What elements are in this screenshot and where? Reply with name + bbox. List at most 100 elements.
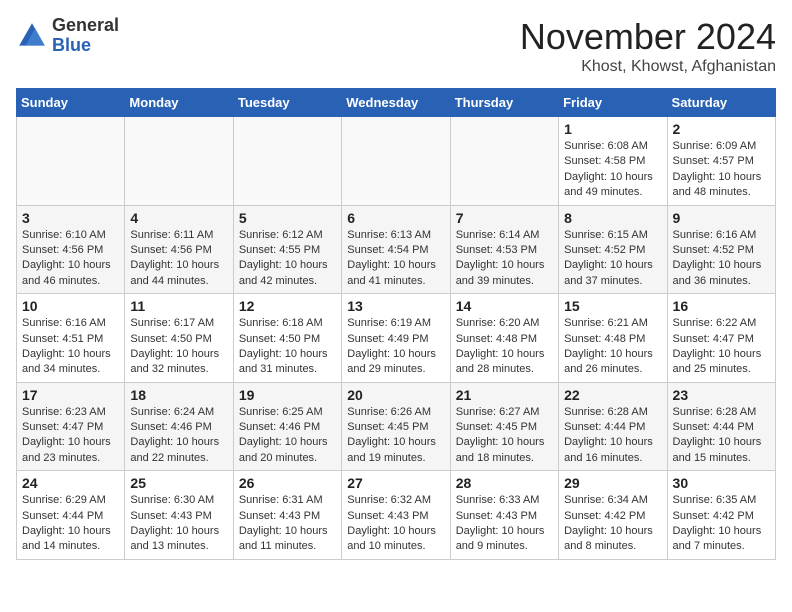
calendar-week-row: 17 Sunrise: 6:23 AMSunset: 4:47 PMDayligh…: [17, 382, 776, 471]
day-number: 23: [673, 387, 770, 403]
day-number: 3: [22, 210, 119, 226]
weekday-header-thursday: Thursday: [450, 89, 558, 117]
location-text: Khost, Khowst, Afghanistan: [520, 58, 776, 76]
calendar-day-cell: 10 Sunrise: 6:16 AMSunset: 4:51 PMDayligh…: [17, 294, 125, 383]
logo-icon: [16, 20, 48, 52]
day-number: 24: [22, 475, 119, 491]
calendar-week-row: 24 Sunrise: 6:29 AMSunset: 4:44 PMDayligh…: [17, 471, 776, 560]
calendar-day-cell: 28 Sunrise: 6:33 AMSunset: 4:43 PMDayligh…: [450, 471, 558, 560]
day-info: Sunrise: 6:08 AMSunset: 4:58 PMDaylight:…: [564, 139, 661, 201]
day-number: 10: [22, 298, 119, 314]
weekday-header-saturday: Saturday: [667, 89, 775, 117]
day-info: Sunrise: 6:24 AMSunset: 4:46 PMDaylight:…: [130, 405, 227, 467]
calendar-day-cell: 23 Sunrise: 6:28 AMSunset: 4:44 PMDayligh…: [667, 382, 775, 471]
day-info: Sunrise: 6:29 AMSunset: 4:44 PMDaylight:…: [22, 493, 119, 555]
calendar-day-cell: 24 Sunrise: 6:29 AMSunset: 4:44 PMDayligh…: [17, 471, 125, 560]
day-info: Sunrise: 6:16 AMSunset: 4:52 PMDaylight:…: [673, 228, 770, 290]
day-info: Sunrise: 6:35 AMSunset: 4:42 PMDaylight:…: [673, 493, 770, 555]
calendar-day-cell: 19 Sunrise: 6:25 AMSunset: 4:46 PMDayligh…: [233, 382, 341, 471]
page-header: General Blue November 2024 Khost, Khowst…: [16, 16, 776, 76]
day-number: 8: [564, 210, 661, 226]
calendar-day-cell: 11Sunrise: 6:17 AMSunset: 4:50 PMDayligh…: [125, 294, 233, 383]
calendar-day-cell: 9 Sunrise: 6:16 AMSunset: 4:52 PMDaylight…: [667, 205, 775, 294]
day-number: 4: [130, 210, 227, 226]
calendar-day-cell: 20 Sunrise: 6:26 AMSunset: 4:45 PMDayligh…: [342, 382, 450, 471]
calendar-day-cell: [233, 117, 341, 206]
day-number: 2: [673, 121, 770, 137]
day-info: Sunrise: 6:14 AMSunset: 4:53 PMDaylight:…: [456, 228, 553, 290]
day-number: 25: [130, 475, 227, 491]
day-number: 20: [347, 387, 444, 403]
calendar-day-cell: 26 Sunrise: 6:31 AMSunset: 4:43 PMDayligh…: [233, 471, 341, 560]
day-info: Sunrise: 6:28 AMSunset: 4:44 PMDaylight:…: [673, 405, 770, 467]
day-info: Sunrise: 6:21 AMSunset: 4:48 PMDaylight:…: [564, 316, 661, 378]
calendar-day-cell: 4 Sunrise: 6:11 AMSunset: 4:56 PMDaylight…: [125, 205, 233, 294]
day-info: Sunrise: 6:13 AMSunset: 4:54 PMDaylight:…: [347, 228, 444, 290]
day-info: Sunrise: 6:12 AMSunset: 4:55 PMDaylight:…: [239, 228, 336, 290]
day-info: Sunrise: 6:15 AMSunset: 4:52 PMDaylight:…: [564, 228, 661, 290]
day-number: 30: [673, 475, 770, 491]
day-number: 22: [564, 387, 661, 403]
day-number: 11: [130, 298, 227, 314]
calendar-day-cell: 14Sunrise: 6:20 AMSunset: 4:48 PMDayligh…: [450, 294, 558, 383]
calendar-day-cell: 13 Sunrise: 6:19 AMSunset: 4:49 PMDayligh…: [342, 294, 450, 383]
day-info: Sunrise: 6:30 AMSunset: 4:43 PMDaylight:…: [130, 493, 227, 555]
calendar-day-cell: 7 Sunrise: 6:14 AMSunset: 4:53 PMDaylight…: [450, 205, 558, 294]
day-info: Sunrise: 6:22 AMSunset: 4:47 PMDaylight:…: [673, 316, 770, 378]
day-info: Sunrise: 6:34 AMSunset: 4:42 PMDaylight:…: [564, 493, 661, 555]
day-info: Sunrise: 6:16 AMSunset: 4:51 PMDaylight:…: [22, 316, 119, 378]
day-number: 17: [22, 387, 119, 403]
day-info: Sunrise: 6:33 AMSunset: 4:43 PMDaylight:…: [456, 493, 553, 555]
weekday-header-friday: Friday: [559, 89, 667, 117]
calendar-day-cell: [17, 117, 125, 206]
calendar-week-row: 1 Sunrise: 6:08 AMSunset: 4:58 PMDaylight…: [17, 117, 776, 206]
weekday-header-tuesday: Tuesday: [233, 89, 341, 117]
day-number: 12: [239, 298, 336, 314]
calendar-day-cell: [342, 117, 450, 206]
calendar-table: SundayMondayTuesdayWednesdayThursdayFrid…: [16, 88, 776, 560]
day-number: 13: [347, 298, 444, 314]
calendar-day-cell: [125, 117, 233, 206]
calendar-day-cell: 27 Sunrise: 6:32 AMSunset: 4:43 PMDayligh…: [342, 471, 450, 560]
day-info: Sunrise: 6:18 AMSunset: 4:50 PMDaylight:…: [239, 316, 336, 378]
day-info: Sunrise: 6:27 AMSunset: 4:45 PMDaylight:…: [456, 405, 553, 467]
calendar-week-row: 3Sunrise: 6:10 AMSunset: 4:56 PMDaylight…: [17, 205, 776, 294]
calendar-day-cell: 25 Sunrise: 6:30 AMSunset: 4:43 PMDayligh…: [125, 471, 233, 560]
day-number: 7: [456, 210, 553, 226]
calendar-day-cell: 1 Sunrise: 6:08 AMSunset: 4:58 PMDaylight…: [559, 117, 667, 206]
calendar-day-cell: 3Sunrise: 6:10 AMSunset: 4:56 PMDaylight…: [17, 205, 125, 294]
day-info: Sunrise: 6:26 AMSunset: 4:45 PMDaylight:…: [347, 405, 444, 467]
calendar-day-cell: 18 Sunrise: 6:24 AMSunset: 4:46 PMDayligh…: [125, 382, 233, 471]
day-number: 21: [456, 387, 553, 403]
logo: General Blue: [16, 16, 119, 56]
day-number: 9: [673, 210, 770, 226]
calendar-day-cell: 22 Sunrise: 6:28 AMSunset: 4:44 PMDayligh…: [559, 382, 667, 471]
day-info: Sunrise: 6:11 AMSunset: 4:56 PMDaylight:…: [130, 228, 227, 290]
day-number: 5: [239, 210, 336, 226]
day-info: Sunrise: 6:23 AMSunset: 4:47 PMDaylight:…: [22, 405, 119, 467]
day-number: 6: [347, 210, 444, 226]
day-number: 29: [564, 475, 661, 491]
calendar-day-cell: 15 Sunrise: 6:21 AMSunset: 4:48 PMDayligh…: [559, 294, 667, 383]
day-number: 19: [239, 387, 336, 403]
day-number: 15: [564, 298, 661, 314]
day-number: 26: [239, 475, 336, 491]
day-number: 18: [130, 387, 227, 403]
day-number: 27: [347, 475, 444, 491]
day-info: Sunrise: 6:25 AMSunset: 4:46 PMDaylight:…: [239, 405, 336, 467]
logo-general-text: General: [52, 15, 119, 35]
calendar-day-cell: 6 Sunrise: 6:13 AMSunset: 4:54 PMDaylight…: [342, 205, 450, 294]
day-info: Sunrise: 6:20 AMSunset: 4:48 PMDaylight:…: [456, 316, 553, 378]
day-info: Sunrise: 6:19 AMSunset: 4:49 PMDaylight:…: [347, 316, 444, 378]
day-number: 16: [673, 298, 770, 314]
day-info: Sunrise: 6:31 AMSunset: 4:43 PMDaylight:…: [239, 493, 336, 555]
weekday-header-wednesday: Wednesday: [342, 89, 450, 117]
day-number: 1: [564, 121, 661, 137]
calendar-week-row: 10 Sunrise: 6:16 AMSunset: 4:51 PMDayligh…: [17, 294, 776, 383]
day-number: 28: [456, 475, 553, 491]
day-info: Sunrise: 6:32 AMSunset: 4:43 PMDaylight:…: [347, 493, 444, 555]
month-title: November 2024: [520, 16, 776, 58]
calendar-day-cell: 2Sunrise: 6:09 AMSunset: 4:57 PMDaylight…: [667, 117, 775, 206]
day-info: Sunrise: 6:28 AMSunset: 4:44 PMDaylight:…: [564, 405, 661, 467]
calendar-day-cell: 29 Sunrise: 6:34 AMSunset: 4:42 PMDayligh…: [559, 471, 667, 560]
